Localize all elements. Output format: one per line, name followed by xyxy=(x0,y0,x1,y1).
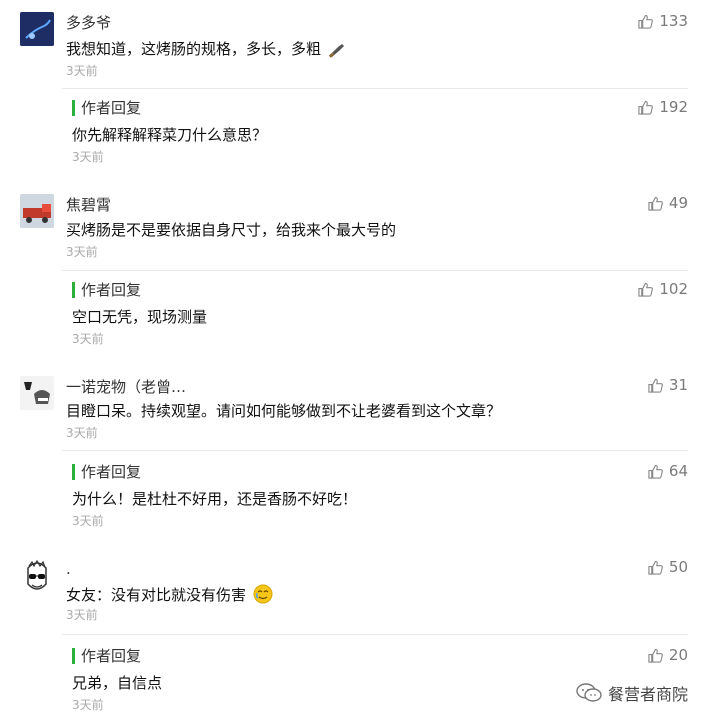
thumbs-up-icon xyxy=(648,378,663,393)
like-button[interactable]: 49 xyxy=(648,194,688,212)
like-button[interactable]: 31 xyxy=(648,376,688,394)
like-button[interactable]: 133 xyxy=(638,12,688,30)
comment-text: 女友：没有对比就没有伤害 xyxy=(66,584,273,608)
knife-emoji-icon xyxy=(328,42,346,62)
divider xyxy=(62,450,688,451)
comment-time: 3天前 xyxy=(66,245,98,259)
thumbs-up-icon xyxy=(648,648,663,663)
avatar[interactable] xyxy=(20,376,54,410)
author-reply: 作者回复 空口无凭，现场测量 3天前 102 xyxy=(62,270,688,366)
like-button[interactable]: 192 xyxy=(638,98,688,116)
like-button[interactable]: 50 xyxy=(648,558,688,576)
author-reply: 作者回复 为什么！是杜杜不好用，还是香肠不好吃！ 3天前 64 xyxy=(62,450,688,546)
author-reply-label: 作者回复 xyxy=(72,100,141,116)
comment-text-body: 我想知道，这烤肠的规格，多长，多粗 xyxy=(66,40,322,58)
author-reply: 作者回复 你先解释解释菜刀什么意思？ 3天前 192 xyxy=(62,88,688,184)
like-count: 64 xyxy=(668,462,688,480)
comment-item: 一诺宠物（老曾… 目瞪口呆。持续观望。请问如何能够做到不让老婆看到这个文章？ 3… xyxy=(0,368,708,552)
reply-time: 3天前 xyxy=(72,150,104,164)
like-count: 20 xyxy=(668,646,688,664)
like-count: 50 xyxy=(668,558,688,576)
comment-item: 焦碧霄 买烤肠是不是要依据自身尺寸，给我来个最大号的 3天前 49 作者回复 空… xyxy=(0,184,708,368)
commenter-name[interactable]: 多多爷 xyxy=(66,12,111,33)
like-count: 133 xyxy=(659,12,688,30)
thumbs-up-icon xyxy=(638,14,654,29)
comment-text: 目瞪口呆。持续观望。请问如何能够做到不让老婆看到这个文章？ xyxy=(66,402,502,420)
watermark-text: 餐营者商院 xyxy=(607,685,688,704)
thumbs-up-icon xyxy=(638,282,654,297)
reply-text: 兄弟，自信点 xyxy=(72,674,163,692)
commenter-name[interactable]: 焦碧霄 xyxy=(66,194,111,215)
author-reply-label: 作者回复 xyxy=(72,464,141,480)
like-count: 31 xyxy=(668,376,688,394)
crying-face-emoji-icon xyxy=(253,584,273,608)
author-reply-label: 作者回复 xyxy=(72,648,141,664)
like-count: 192 xyxy=(659,98,688,116)
like-button[interactable]: 20 xyxy=(648,646,688,664)
reply-text: 空口无凭，现场测量 xyxy=(72,308,208,326)
comment-time: 3天前 xyxy=(66,64,98,78)
wechat-icon xyxy=(576,683,602,702)
divider xyxy=(62,634,688,635)
reply-text: 你先解释解释菜刀什么意思？ xyxy=(72,126,268,144)
avatar[interactable] xyxy=(20,194,54,228)
comment-text-body: 女友：没有对比就没有伤害 xyxy=(66,586,247,604)
thumbs-up-icon xyxy=(638,100,654,115)
divider xyxy=(62,270,688,271)
comment-item: 多多爷 我想知道，这烤肠的规格，多长，多粗 3天前 133 作者回复 你先解释解… xyxy=(0,0,708,184)
thumbs-up-icon xyxy=(648,560,663,575)
comment-text: 我想知道，这烤肠的规格，多长，多粗 xyxy=(66,38,346,62)
divider xyxy=(62,88,688,89)
like-button[interactable]: 64 xyxy=(648,462,688,480)
commenter-name[interactable]: . xyxy=(66,560,71,578)
like-button[interactable]: 102 xyxy=(638,280,688,298)
like-count: 102 xyxy=(659,280,688,298)
thumbs-up-icon xyxy=(648,196,663,211)
avatar[interactable] xyxy=(20,558,54,592)
reply-time: 3天前 xyxy=(72,514,104,528)
avatar[interactable] xyxy=(20,12,54,46)
thumbs-up-icon xyxy=(648,464,663,479)
author-reply: 作者回复 兄弟，自信点 3天前 20 xyxy=(62,634,688,721)
watermark: 餐营者商院 xyxy=(576,681,688,705)
comment-time: 3天前 xyxy=(66,608,98,622)
author-reply-label: 作者回复 xyxy=(72,282,141,298)
comment-time: 3天前 xyxy=(66,426,98,440)
reply-time: 3天前 xyxy=(72,332,104,346)
commenter-name[interactable]: 一诺宠物（老曾… xyxy=(66,376,186,397)
reply-text: 为什么！是杜杜不好用，还是香肠不好吃！ xyxy=(72,490,358,508)
reply-time: 3天前 xyxy=(72,698,104,712)
like-count: 49 xyxy=(668,194,688,212)
comment-text: 买烤肠是不是要依据自身尺寸，给我来个最大号的 xyxy=(66,221,397,239)
